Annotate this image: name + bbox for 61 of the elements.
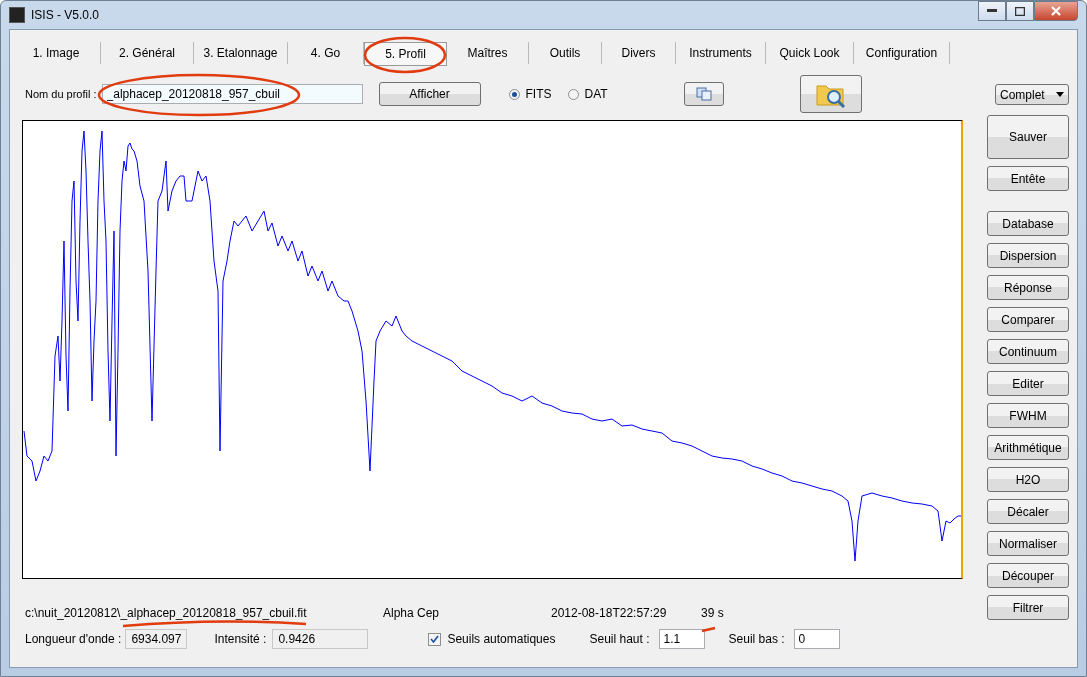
profile-label: Nom du profil : [25, 88, 97, 100]
observation-date: 2012-08-18T22:57:29 [551, 606, 668, 620]
auto-thresholds-label: Seuils automatiques [447, 632, 556, 646]
app-icon [9, 7, 25, 23]
format-radio[interactable] [508, 88, 520, 100]
close-icon [1051, 6, 1061, 16]
tab[interactable]: Maîtres [447, 42, 529, 64]
side-button[interactable]: FWHM [987, 403, 1069, 428]
side-button[interactable]: Filtrer [987, 595, 1069, 620]
readout-field: 0.9426 [272, 629, 369, 649]
tab[interactable]: Outils [529, 42, 602, 64]
side-button[interactable]: Dispersion [987, 243, 1069, 268]
copy-button[interactable] [683, 82, 724, 106]
profile-name-field[interactable]: _alphacep_20120818_957_cbuil [101, 84, 363, 104]
threshold-label: Seuil haut : [589, 632, 650, 646]
window-title: ISIS - V5.0.0 [31, 8, 100, 22]
copy-icon [695, 87, 712, 101]
minimize-icon [987, 9, 997, 13]
show-button[interactable]: Afficher [378, 82, 481, 106]
tab[interactable]: 1. Image [12, 42, 101, 64]
readout-field: 6934.097 [125, 629, 188, 649]
annotation-underline [701, 626, 716, 633]
side-button[interactable]: Décaler [987, 499, 1069, 524]
object-name: Alpha Cep [383, 606, 441, 620]
format-label: DAT [584, 87, 608, 101]
side-button[interactable]: Réponse [987, 275, 1069, 300]
side-button[interactable]: H2O [987, 467, 1069, 492]
tab[interactable]: 2. Général [101, 42, 194, 64]
threshold-field[interactable]: 1.1 [658, 629, 705, 649]
maximize-button[interactable] [1006, 1, 1034, 21]
minimize-button[interactable] [978, 1, 1006, 21]
threshold-field[interactable]: 0 [793, 629, 840, 649]
side-button[interactable]: Normaliser [987, 531, 1069, 556]
exposure-time: 39 s [701, 606, 724, 620]
tab[interactable]: Divers [602, 42, 676, 64]
side-button[interactable]: Database [987, 211, 1069, 236]
check-icon [430, 635, 440, 643]
browse-button[interactable] [799, 75, 862, 113]
readout-label: Longueur d'onde : [25, 632, 122, 646]
side-button[interactable]: Arithmétique [987, 435, 1069, 460]
tab[interactable]: Instruments [676, 42, 766, 64]
tab[interactable]: 5. Profil [364, 42, 447, 66]
side-button[interactable]: Editer [987, 371, 1069, 396]
file-path: c:\nuit_20120812\_alphacep_20120818_957_cbuil.fit [25, 606, 308, 620]
side-button[interactable]: Comparer [987, 307, 1069, 332]
tab[interactable]: Configuration [854, 42, 950, 64]
auto-thresholds-checkbox[interactable] [428, 632, 442, 646]
maximize-icon [1015, 6, 1025, 16]
threshold-label: Seuil bas : [728, 632, 785, 646]
side-button[interactable]: Découper [987, 563, 1069, 588]
format-radio[interactable] [567, 88, 579, 100]
side-button[interactable]: Continuum [987, 339, 1069, 364]
caret-icon [1056, 92, 1064, 97]
side-button[interactable]: Sauver [987, 115, 1069, 159]
tab[interactable]: Quick Look [766, 42, 854, 64]
format-label: FITS [525, 87, 552, 101]
mode-dropdown[interactable]: Complet [995, 84, 1069, 105]
tab[interactable]: 3. Etalonnage [194, 42, 288, 64]
readout-label: Intensité : [214, 632, 267, 646]
side-button[interactable]: Entête [987, 166, 1069, 191]
close-button[interactable] [1034, 1, 1078, 21]
